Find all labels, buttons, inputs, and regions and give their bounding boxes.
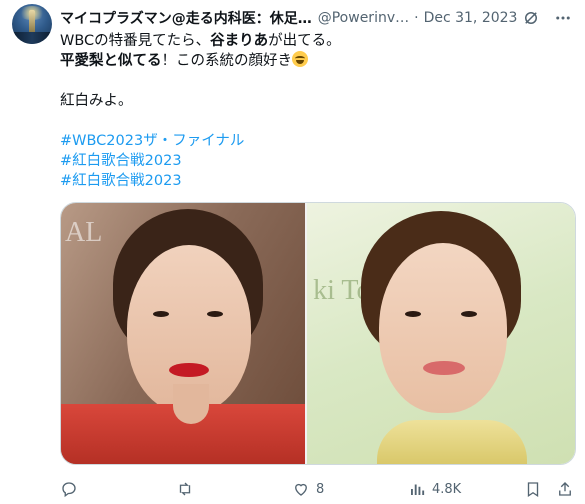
laughing-tears-emoji-icon (292, 51, 308, 67)
tweet-text: WBCの特番見てたら、谷まりあが出てる。 平愛梨と似てる！この系統の顔好き 紅白… (60, 31, 570, 191)
tweet-actions: 8 4.8K (60, 478, 576, 500)
media-photo-left[interactable]: AL (61, 203, 306, 464)
neck-shape (173, 384, 209, 424)
analytics-icon (411, 484, 425, 495)
tweet-line-3: 紅白みよ。 (60, 91, 570, 111)
author-display-name[interactable]: マイコプラズマン@走る内科医：休足… (60, 8, 312, 28)
tweet-media[interactable]: AL ki To (60, 202, 576, 465)
text-fragment: ！この系統の顔好き (161, 53, 293, 69)
hashtag-link[interactable]: #WBC2023ザ・ファイナル (60, 131, 570, 151)
views-button[interactable]: 4.8K (408, 478, 461, 500)
tweet-line-1: WBCの特番見てたら、谷まりあが出てる。 (60, 31, 570, 51)
header-actions (521, 8, 573, 28)
face-shape (379, 243, 508, 413)
hashtag-link[interactable]: #紅白歌合戦2023 (60, 151, 570, 171)
tweet-date[interactable]: Dec 31, 2023 (424, 10, 518, 26)
watermark-left: AL (65, 217, 103, 248)
tweet-card[interactable]: マイコプラズマン@走る内科医：休足… @Powerinv… · Dec 31, … (0, 0, 585, 504)
eye-left (153, 311, 169, 317)
reply-button[interactable] (60, 478, 84, 500)
reply-icon (62, 482, 76, 498)
yellow-top (377, 420, 528, 464)
avatar-cityline (12, 32, 52, 44)
hashtag-link[interactable]: #紅白歌合戦2023 (60, 171, 570, 191)
text-fragment-bold: 谷まりあ (210, 33, 269, 49)
eye-right (207, 311, 223, 317)
author-handle[interactable]: @Powerinv… (318, 10, 409, 26)
media-photo-right[interactable]: ki To (307, 203, 575, 464)
tweet-line-2: 平愛梨と似てる！この系統の顔好き (60, 51, 570, 71)
bookmark-icon (527, 482, 539, 498)
lips-shape (423, 361, 466, 375)
retweet-icon (179, 482, 191, 496)
retweet-button[interactable] (176, 478, 200, 500)
eye-left (405, 311, 422, 317)
text-fragment: が出てる。 (268, 33, 341, 49)
lips-shape (169, 363, 209, 377)
more-options-icon[interactable] (553, 8, 573, 28)
eye-right (461, 311, 478, 317)
separator-dot: · (414, 10, 419, 26)
share-button[interactable] (556, 478, 574, 500)
views-count: 4.8K (432, 481, 462, 497)
heart-icon (295, 483, 307, 496)
avatar[interactable] (12, 4, 52, 44)
share-icon (559, 482, 571, 496)
like-count: 8 (316, 481, 325, 497)
text-fragment: 紅白みよ。 (60, 93, 133, 109)
bookmark-button[interactable] (524, 478, 542, 500)
tweet-header: マイコプラズマン@走る内科医：休足… @Powerinv… · Dec 31, … (60, 8, 517, 28)
text-fragment: WBCの特番見てたら、 (60, 33, 211, 49)
like-button[interactable]: 8 (292, 478, 324, 500)
text-fragment-bold: 平愛梨と似てる (60, 53, 162, 69)
grok-icon[interactable] (521, 8, 541, 28)
